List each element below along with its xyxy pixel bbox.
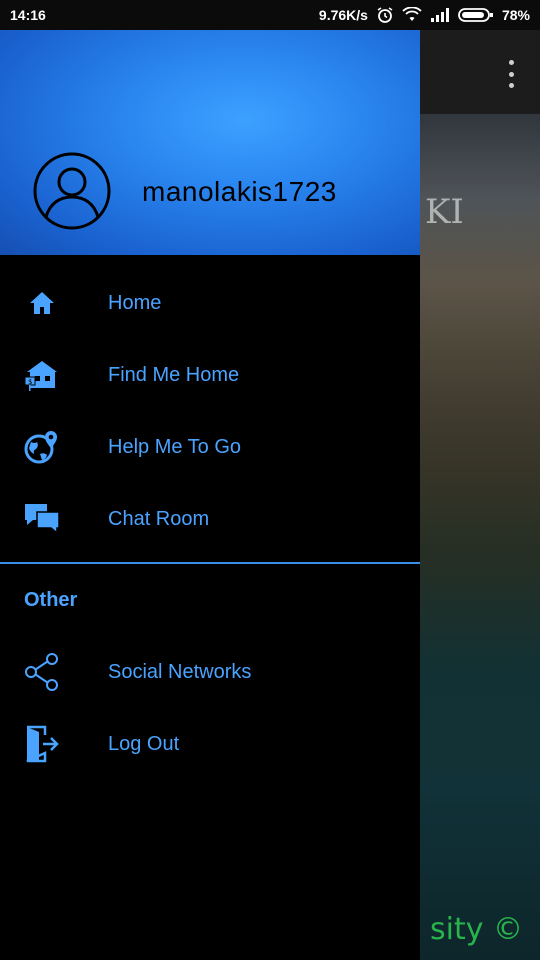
menu-item-label: Log Out: [108, 732, 180, 755]
status-time: 14:16: [10, 7, 46, 23]
menu-item-label: Find Me Home: [108, 363, 240, 386]
logout-icon: [22, 724, 62, 764]
house-for-sale-icon: $: [22, 355, 62, 395]
battery-level: 78%: [501, 7, 530, 23]
menu-item-help-me-to-go[interactable]: Help Me To Go: [0, 411, 420, 483]
network-speed: 9.76K/s: [318, 7, 368, 23]
overflow-menu-icon[interactable]: [504, 60, 518, 88]
menu-item-label: Help Me To Go: [108, 435, 242, 458]
other-menu: Social Networks Log Out: [0, 636, 420, 780]
globe-pin-icon: [22, 427, 62, 467]
home-icon: [22, 283, 62, 323]
menu-item-label: Home: [108, 291, 162, 314]
alarm-icon: [376, 6, 394, 24]
menu-item-log-out[interactable]: Log Out: [0, 708, 420, 780]
main-menu: Home $ Find Me Home Help Me To Go Chat R…: [0, 267, 420, 555]
menu-item-label: Chat Room: [108, 507, 210, 530]
navigation-drawer: manolakis1723 Home $ Find Me Home Help M…: [0, 30, 420, 960]
username: manolakis1723: [142, 176, 337, 207]
svg-text:$: $: [28, 378, 32, 386]
avatar-icon[interactable]: [32, 151, 112, 231]
menu-item-chat-room[interactable]: Chat Room: [0, 483, 420, 555]
chat-bubbles-icon: [22, 499, 62, 539]
share-icon: [22, 652, 62, 692]
section-title-other: Other: [24, 588, 78, 611]
menu-item-home[interactable]: Home: [0, 267, 420, 339]
drawer-header: manolakis1723: [0, 30, 420, 255]
background-watermark: sity ©: [430, 912, 524, 947]
status-bar: 14:16 9.76K/s 78%: [0, 0, 540, 30]
background-overlay-text: KI: [425, 192, 464, 232]
signal-icon: [430, 8, 450, 22]
menu-item-find-me-home[interactable]: $ Find Me Home: [0, 339, 420, 411]
screen: 14:16 9.76K/s 78% KI sity © manolakis172…: [0, 0, 540, 960]
menu-item-social-networks[interactable]: Social Networks: [0, 636, 420, 708]
battery-icon: [458, 7, 494, 23]
menu-item-label: Social Networks: [108, 660, 252, 683]
wifi-icon: [402, 7, 422, 23]
status-indicators: 9.76K/s 78%: [319, 6, 530, 24]
